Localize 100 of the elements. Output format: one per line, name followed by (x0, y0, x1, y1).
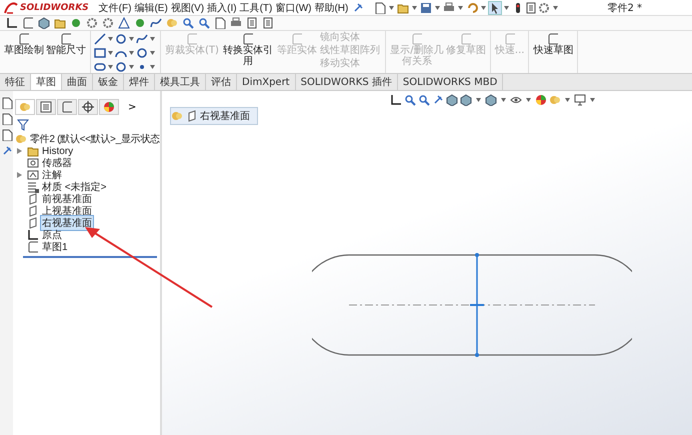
caret-icon[interactable] (590, 98, 595, 102)
caret-icon[interactable] (129, 37, 134, 41)
tab[interactable]: 模具工具 (155, 74, 206, 90)
caret-icon[interactable] (458, 6, 464, 10)
spline-icon[interactable] (136, 33, 148, 45)
list-icon[interactable] (246, 17, 258, 29)
cursor-icon[interactable] (489, 2, 502, 14)
circle-outline-icon[interactable] (115, 33, 127, 45)
caret-icon[interactable] (526, 98, 531, 102)
folder-icon[interactable] (397, 2, 410, 14)
page-icon[interactable] (0, 129, 12, 141)
caret-icon[interactable] (553, 6, 558, 10)
tab[interactable]: 焊件 (124, 74, 155, 90)
caret-icon[interactable] (565, 98, 570, 102)
tree-item[interactable]: 前视基准面 (41, 192, 93, 206)
filter-icon[interactable] (17, 119, 29, 131)
tree-item[interactable]: 草图1 (41, 240, 69, 254)
caret-icon[interactable] (504, 6, 510, 10)
panel-tab[interactable] (57, 99, 77, 115)
magnifier-icon[interactable] (198, 17, 210, 29)
expand-arrow-icon[interactable] (17, 148, 22, 154)
tab[interactable]: DimXpert (237, 74, 296, 90)
caret-icon[interactable] (412, 6, 418, 10)
circle-icon[interactable] (70, 17, 82, 29)
panel-tab[interactable] (78, 99, 98, 115)
menu-item[interactable]: 工具(T) (240, 0, 272, 14)
tree-item[interactable]: 原点 (41, 228, 63, 242)
tree-item[interactable]: 零件2 (默认<<默认>_显示状态 (29, 132, 161, 146)
tree-item[interactable]: 注解 (41, 168, 63, 182)
caret-icon[interactable] (129, 51, 134, 55)
caret-icon[interactable] (150, 37, 155, 41)
caret-icon[interactable] (108, 65, 113, 69)
caret-icon[interactable] (476, 98, 481, 102)
panel-tab[interactable] (36, 99, 56, 115)
command-button[interactable]: 智能尺寸 (45, 31, 87, 58)
tab[interactable]: 评估 (206, 74, 237, 90)
caret-icon[interactable] (435, 6, 440, 10)
caret-icon[interactable] (150, 51, 155, 55)
magnifier-icon[interactable] (182, 17, 194, 29)
tab[interactable]: 草图 (31, 74, 62, 90)
printer-icon[interactable] (230, 17, 242, 29)
menu-item[interactable]: 编辑(E) (134, 0, 168, 14)
page-icon[interactable] (374, 2, 386, 14)
color-ball-icon[interactable] (535, 94, 547, 106)
tab[interactable]: SOLIDWORKS 插件 (296, 74, 398, 90)
tree-item[interactable]: 传感器 (41, 156, 73, 170)
spline-icon[interactable] (150, 17, 162, 29)
command-button[interactable]: 快速草图 (532, 31, 574, 58)
menu-item[interactable]: 文件(F) (98, 0, 132, 14)
command-button[interactable]: 草图绘制 (3, 31, 45, 58)
line-icon[interactable] (94, 33, 106, 45)
list-icon[interactable] (525, 2, 538, 14)
circle-outline-icon[interactable] (115, 61, 127, 73)
tree-item[interactable]: 材质 <未指定> (41, 180, 108, 194)
gear-icon[interactable] (538, 2, 550, 14)
tab[interactable]: 钣金 (93, 74, 124, 90)
monitor-icon[interactable] (574, 94, 586, 106)
pin-icon[interactable] (0, 145, 12, 157)
menu-item[interactable]: 帮助(H) (314, 0, 348, 14)
triangle-icon[interactable] (118, 17, 130, 29)
circle-icon[interactable] (134, 17, 146, 29)
list-icon[interactable] (262, 17, 274, 29)
gear-icon[interactable] (102, 17, 114, 29)
command-button[interactable]: 转换实体引用 (220, 31, 276, 69)
pin-icon[interactable] (352, 2, 364, 14)
page-icon[interactable] (0, 97, 12, 109)
tree-item[interactable]: 上视基准面 (41, 204, 93, 218)
floppy-icon[interactable] (420, 2, 432, 14)
magnifier-icon[interactable] (418, 94, 430, 106)
sketch-icon[interactable] (22, 17, 34, 29)
gear-icon[interactable] (86, 17, 98, 29)
caret-icon[interactable] (150, 65, 155, 69)
rectangle-icon[interactable] (94, 47, 106, 59)
circle-outline-icon[interactable] (136, 47, 148, 59)
menu-item[interactable]: 视图(V) (170, 0, 204, 14)
caret-icon[interactable] (389, 6, 394, 10)
caret-icon[interactable] (481, 6, 486, 10)
cube-icon[interactable] (485, 94, 497, 106)
more-button[interactable]: > (126, 102, 138, 112)
menu-item[interactable]: 插入(I) (207, 0, 237, 14)
slot-icon[interactable] (94, 61, 106, 73)
tab[interactable]: SOLIDWORKS MBD (398, 74, 504, 90)
menu-item[interactable]: 窗口(W) (275, 0, 312, 14)
cube-icon[interactable] (460, 94, 472, 106)
cube-icon[interactable] (446, 94, 458, 106)
tree-item[interactable]: 右视基准面 (41, 216, 93, 230)
caret-icon[interactable] (501, 98, 506, 102)
tree-item[interactable]: History (41, 146, 74, 156)
caret-icon[interactable] (108, 51, 113, 55)
caret-icon[interactable] (108, 37, 113, 41)
expand-arrow-icon[interactable] (17, 172, 22, 178)
origin-icon[interactable] (390, 94, 402, 106)
caret-icon[interactable] (129, 65, 134, 69)
printer-icon[interactable] (443, 2, 456, 14)
tab[interactable]: 曲面 (62, 74, 93, 90)
undo-icon[interactable] (466, 2, 478, 14)
pin-icon[interactable] (432, 94, 444, 106)
eye-icon[interactable] (510, 94, 522, 106)
page-icon[interactable] (0, 113, 12, 125)
origin-icon[interactable] (6, 17, 18, 29)
